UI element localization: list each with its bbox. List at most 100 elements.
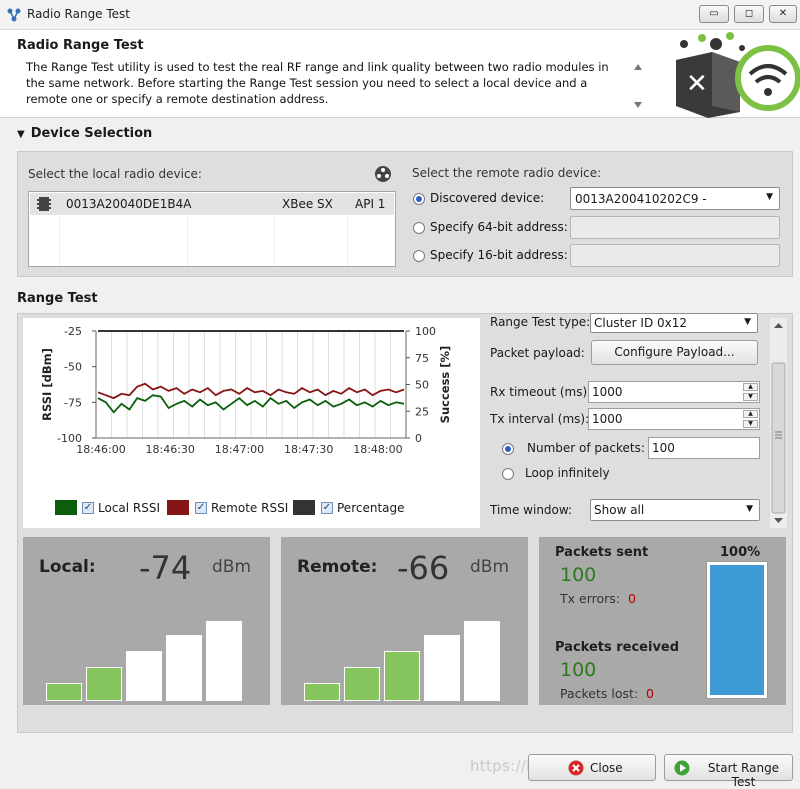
addr16-radio[interactable] [413, 250, 425, 262]
remote-rssi-value: -66 [397, 549, 450, 587]
x-tick-label: 18:46:00 [76, 443, 125, 456]
start-range-test-button[interactable]: Start Range Test [664, 754, 793, 789]
tx-interval-value: 1000 [592, 412, 623, 426]
number-of-packets-label: Number of packets: [527, 441, 645, 455]
y2-tick-label: 75 [415, 352, 429, 365]
rx-timeout-label: Rx timeout (ms): [490, 385, 592, 399]
xctu-app-icon [7, 8, 21, 22]
range-test-title: Range Test [17, 291, 98, 306]
spin-down-icon[interactable]: ▼ [743, 393, 758, 401]
range-test-logo-icon: ✕ [676, 32, 800, 118]
spin-down-icon[interactable]: ▼ [743, 420, 758, 428]
legend-swatch-remote [167, 500, 189, 515]
x-tick-label: 18:48:00 [353, 443, 402, 456]
page-header: Radio Range Test The Range Test utility … [0, 30, 800, 118]
rx-timeout-spinner[interactable]: 1000 ▲ ▼ [588, 381, 760, 403]
list-item[interactable]: 0013A20040DE1B4A XBee SX API 1 [30, 193, 394, 215]
signal-bar [166, 635, 202, 701]
legend-label-remote: Remote RSSI [211, 501, 289, 515]
discovered-device-combo[interactable]: 0013A200410202C9 - ▼ [570, 187, 780, 210]
remote-device-label: Select the remote radio device: [412, 166, 602, 180]
signal-bar [344, 667, 380, 701]
rx-timeout-value: 1000 [592, 385, 623, 399]
packets-lost-value: 0 [646, 686, 654, 701]
success-percent-fill [710, 565, 764, 695]
y-tick-label: -75 [64, 396, 82, 409]
spin-up-icon[interactable]: ▲ [743, 383, 758, 391]
remote-signal-bars [304, 607, 514, 701]
start-range-test-label: Start Range Test [707, 761, 780, 789]
device-address: 0013A20040DE1B4A [66, 197, 192, 211]
loop-infinitely-label: Loop infinitely [525, 466, 610, 480]
addr64-radio[interactable] [413, 222, 425, 234]
tx-interval-spinner[interactable]: 1000 ▲ ▼ [588, 408, 760, 430]
range-test-controls: Range Test type: Cluster ID 0x12 ▼ Packe… [482, 313, 769, 528]
close-circle-icon [568, 760, 584, 776]
y2-axis-label: Success [%] [438, 346, 452, 424]
column-divider [59, 216, 60, 266]
time-window-value: Show all [594, 503, 645, 517]
remote-rssi-unit: dBm [470, 557, 510, 577]
packet-payload-label: Packet payload: [490, 346, 585, 360]
discover-devices-icon[interactable] [374, 165, 392, 183]
addr64-label: Specify 64-bit address: [430, 220, 568, 234]
rssi-chart-panel: -25 -50 -75 -100 100 75 50 25 0 18:46:00 18:46:30 1… [23, 318, 480, 528]
legend-checkbox-local[interactable]: ✓ [82, 502, 94, 514]
addr64-input[interactable] [570, 216, 780, 239]
column-divider [347, 216, 348, 266]
signal-bar [46, 683, 82, 701]
maximize-button[interactable]: ◻ [734, 5, 764, 23]
y-axis-label: RSSI [dBm] [40, 348, 54, 421]
controls-scrollbar[interactable] [770, 318, 787, 528]
legend-swatch-local [55, 500, 77, 515]
radio-module-icon [37, 197, 51, 211]
configure-payload-button[interactable]: Configure Payload... [591, 340, 758, 365]
number-of-packets-input[interactable]: 100 [648, 437, 760, 459]
packets-sent-value: 100 [560, 564, 597, 586]
local-device-list[interactable]: 0013A20040DE1B4A XBee SX API 1 [28, 191, 396, 267]
remote-rssi-meter: Remote: -66 dBm [281, 537, 528, 705]
packets-received-value: 100 [560, 659, 597, 681]
legend-swatch-percentage [293, 500, 315, 515]
minimize-button[interactable]: ▭ [699, 5, 729, 23]
range-test-type-value: Cluster ID 0x12 [594, 316, 688, 330]
column-divider [187, 216, 188, 266]
range-test-type-combo[interactable]: Cluster ID 0x12 ▼ [590, 313, 758, 333]
close-button[interactable]: Close [528, 754, 656, 781]
signal-bar [464, 621, 500, 701]
collapse-triangle-icon: ▼ [17, 129, 25, 140]
scrollbar-arrows-icon [771, 323, 786, 523]
close-window-button[interactable]: ✕ [769, 5, 797, 23]
loop-infinitely-radio[interactable] [502, 468, 514, 480]
local-signal-bars [46, 607, 256, 701]
tx-errors-value: 0 [628, 591, 636, 606]
y2-tick-label: 100 [415, 325, 436, 338]
range-test-type-label: Range Test type: [490, 315, 591, 329]
x-tick-label: 18:47:00 [215, 443, 264, 456]
number-of-packets-radio[interactable] [502, 443, 514, 455]
signal-bar [304, 683, 340, 701]
tx-interval-label: Tx interval (ms): [490, 412, 590, 426]
signal-bar [384, 651, 420, 701]
device-protocol: API 1 [355, 197, 386, 211]
time-window-combo[interactable]: Show all ▼ [590, 499, 760, 521]
page-description: The Range Test utility is used to test t… [26, 60, 609, 106]
local-rssi-value: -74 [139, 549, 192, 587]
packets-sent-label: Packets sent [555, 545, 649, 560]
legend-checkbox-percentage[interactable]: ✓ [321, 502, 333, 514]
column-divider [274, 216, 275, 266]
y-tick-label: -50 [64, 361, 82, 374]
signal-bar [424, 635, 460, 701]
local-rssi-unit: dBm [212, 557, 252, 577]
local-rssi-meter: Local: -74 dBm [23, 537, 270, 705]
y2-tick-label: 0 [415, 432, 422, 445]
description-scrollbar[interactable] [630, 60, 646, 112]
x-tick-label: 18:47:30 [284, 443, 333, 456]
packets-lost-label: Packets lost: [560, 686, 639, 701]
addr16-input[interactable] [570, 244, 780, 267]
device-selection-section-toggle[interactable]: ▼ Device Selection [17, 126, 152, 141]
legend-checkbox-remote[interactable]: ✓ [195, 502, 207, 514]
spin-up-icon[interactable]: ▲ [743, 410, 758, 418]
discovered-device-radio[interactable] [413, 193, 425, 205]
play-icon [674, 760, 690, 776]
